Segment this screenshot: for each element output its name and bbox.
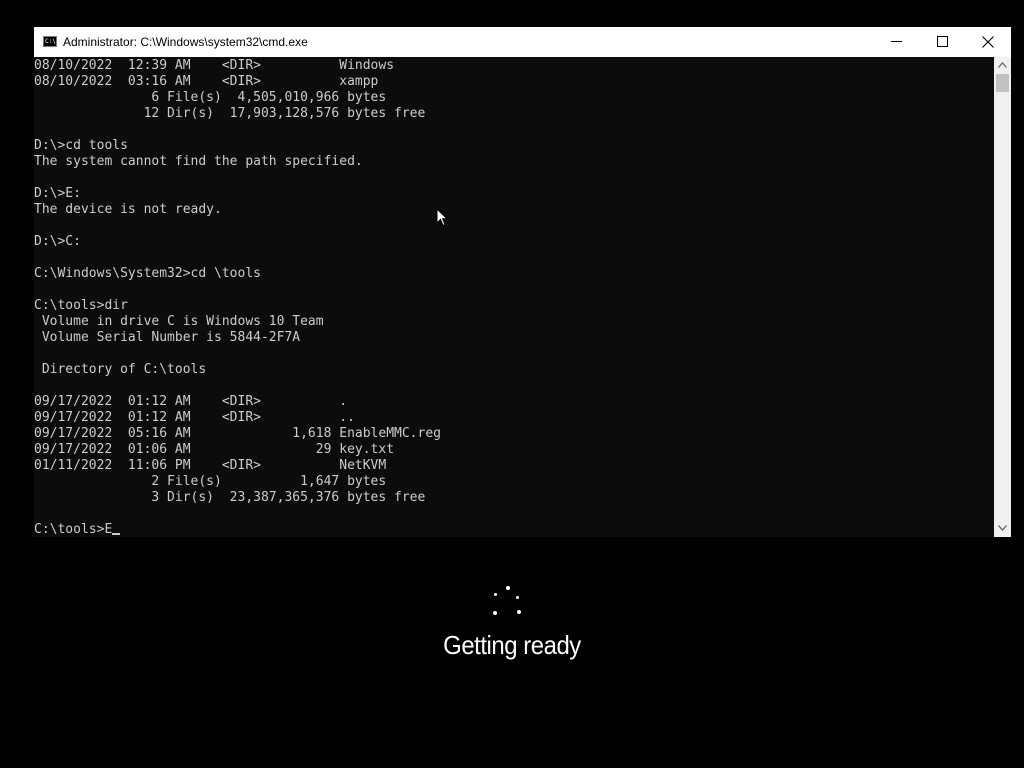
console-line: Volume in drive C is Windows 10 Team xyxy=(41,314,324,329)
console-line: 01/11/2022 11:06 PM <DIR> NetKVM xyxy=(34,458,387,473)
mouse-pointer-icon xyxy=(436,208,448,227)
console-line: C:\Windows\System32>cd \tools xyxy=(34,266,261,281)
chevron-up-icon xyxy=(998,62,1007,68)
cmd-app-icon[interactable]: C:\ xyxy=(43,36,57,47)
loading-spinner-icon xyxy=(490,586,526,622)
console-line: C:\tools>dir xyxy=(34,298,128,313)
console-output[interactable]: 08/10/2022 12:39 AM <DIR> Windows 08/10/… xyxy=(34,57,994,537)
console-line: 09/17/2022 01:12 AM <DIR> . xyxy=(34,394,348,409)
console-line: 09/17/2022 05:16 AM 1,618 EnableMMC.reg xyxy=(34,426,441,441)
maximize-button[interactable] xyxy=(919,27,965,57)
console-line: 08/10/2022 03:16 AM <DIR> xampp xyxy=(34,74,379,89)
cmd-window[interactable]: C:\ Administrator: C:\Windows\system32\c… xyxy=(34,27,1011,537)
console-line: D:\>E: xyxy=(34,186,81,201)
text-cursor xyxy=(112,533,121,535)
console-line: 12 Dir(s) 17,903,128,576 bytes free xyxy=(143,106,426,121)
title-bar[interactable]: C:\ Administrator: C:\Windows\system32\c… xyxy=(34,27,1011,57)
console-prompt: C:\tools> xyxy=(34,522,105,537)
console-line: Directory of C:\tools xyxy=(41,362,207,377)
scroll-thumb[interactable] xyxy=(996,74,1009,92)
console-line: D:\>C: xyxy=(34,234,81,249)
minimize-button[interactable] xyxy=(874,27,920,57)
console-line: The system cannot find the path specifie… xyxy=(34,154,363,169)
window-title: Administrator: C:\Windows\system32\cmd.e… xyxy=(63,35,308,49)
console-line: The device is not ready. xyxy=(34,202,222,217)
scroll-up-button[interactable] xyxy=(994,57,1011,74)
console-line: D:\>cd tools xyxy=(34,138,128,153)
console-text[interactable]: 08/10/2022 12:39 AM <DIR> Windows 08/10/… xyxy=(34,58,441,537)
console-line: 2 File(s) 1,647 bytes xyxy=(151,474,387,489)
scroll-down-button[interactable] xyxy=(994,520,1011,537)
vertical-scrollbar[interactable] xyxy=(994,57,1011,537)
console-line: 09/17/2022 01:06 AM 29 key.txt xyxy=(34,442,395,457)
console-line: 09/17/2022 01:12 AM <DIR> .. xyxy=(34,410,355,425)
close-icon xyxy=(982,36,994,48)
getting-ready-status: Getting ready xyxy=(443,630,581,660)
console-input[interactable]: E xyxy=(104,522,112,537)
console-line: 08/10/2022 12:39 AM <DIR> Windows xyxy=(34,58,395,73)
console-line: 3 Dir(s) 23,387,365,376 bytes free xyxy=(151,490,426,505)
chevron-down-icon xyxy=(998,525,1007,531)
console-line: Volume Serial Number is 5844-2F7A xyxy=(41,330,301,345)
close-button[interactable] xyxy=(965,27,1011,57)
console-line: 6 File(s) 4,505,010,966 bytes xyxy=(151,90,387,105)
console-history: 08/10/2022 12:39 AM <DIR> Windows 08/10/… xyxy=(34,58,441,505)
